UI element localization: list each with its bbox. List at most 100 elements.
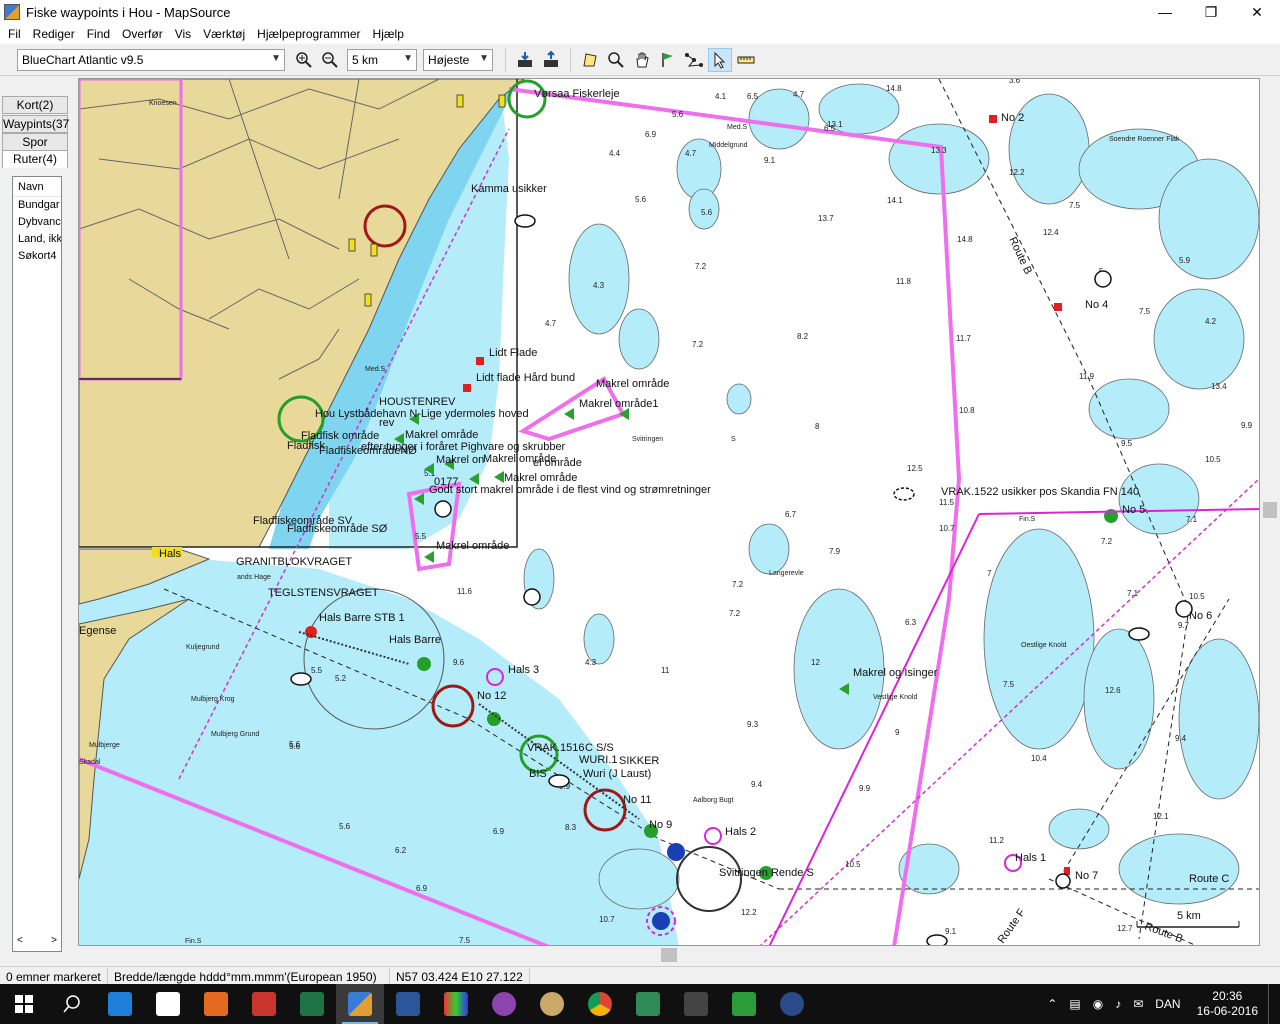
list-hscroll[interactable]: < > [13, 935, 61, 951]
label-vrak1516[interactable]: VRAK.1516 [527, 742, 584, 754]
taskbar-mapsource[interactable] [336, 984, 384, 1024]
taskbar-chrome[interactable] [576, 984, 624, 1024]
label-no7[interactable]: No 7 [1075, 870, 1098, 882]
menu-find[interactable]: Find [83, 27, 118, 41]
taskbar-exchange[interactable] [624, 984, 672, 1024]
notification-icon[interactable]: ✉ [1127, 997, 1149, 1011]
taskbar-word[interactable] [384, 984, 432, 1024]
volume-icon[interactable]: ♪ [1109, 997, 1127, 1011]
label-no12[interactable]: No 12 [477, 690, 506, 702]
mapsource-app-icon[interactable] [4, 4, 20, 20]
taskbar-store[interactable] [144, 984, 192, 1024]
label-egense[interactable]: Egense [79, 625, 116, 637]
label-makrel-isinger[interactable]: Makrel og Isinger [853, 667, 938, 679]
send-to-device-button[interactable] [539, 48, 563, 72]
tab-ruter[interactable]: Ruter(4) [2, 150, 68, 168]
label-cs[interactable]: C S/S [585, 742, 614, 754]
maximize-button[interactable]: ❐ [1188, 0, 1234, 24]
label-makrel-2[interactable]: Makrel område1 [579, 398, 658, 410]
menu-overfoer[interactable]: Overfør [118, 27, 171, 41]
select-tool-button[interactable] [708, 47, 732, 72]
label-lidt-flade[interactable]: Lidt Flade [489, 347, 537, 359]
taskbar-paint[interactable] [432, 984, 480, 1024]
menu-fil[interactable]: Fil [4, 27, 29, 41]
network-icon[interactable]: ▤ [1063, 997, 1086, 1011]
waypoint-tool-button[interactable] [656, 48, 680, 72]
label-hals-barre-stb[interactable]: Hals Barre STB 1 [319, 612, 405, 624]
scroll-right-icon[interactable]: > [51, 935, 57, 951]
taskbar-excel[interactable] [288, 984, 336, 1024]
label-voersaa[interactable]: Vørsaa Fiskerleje [534, 88, 620, 100]
scroll-left-icon[interactable]: < [17, 935, 23, 951]
label-tegl[interactable]: TEGLSTENSVRAGET [268, 587, 379, 599]
zoom-in-button[interactable] [292, 48, 316, 72]
label-hals3[interactable]: Hals 3 [508, 664, 539, 676]
minimize-button[interactable]: — [1142, 0, 1188, 24]
receive-from-device-button[interactable] [513, 48, 537, 72]
list-item[interactable]: Søkort4 [13, 248, 61, 265]
tray-chevron-up-icon[interactable]: ⌃ [1041, 997, 1063, 1011]
label-makrel-6[interactable]: Makrel område [436, 540, 509, 552]
nautical-chart[interactable]: 4.1 6.5 4.714.83.65.66.94.4 4.76.513.113.31… [79, 79, 1260, 946]
zoom-tool-button[interactable] [604, 48, 628, 72]
taskbar-media[interactable] [192, 984, 240, 1024]
label-route-c[interactable]: Route C [1189, 873, 1229, 885]
taskbar-compass[interactable] [768, 984, 816, 1024]
zoom-scale-select[interactable]: 5 km ▼ [347, 48, 417, 71]
close-button[interactable]: ✕ [1234, 0, 1280, 24]
wifi-icon[interactable]: ◉ [1087, 997, 1109, 1011]
map-canvas[interactable]: 4.1 6.5 4.7 14.8 3.6 5.6 6.9 4.4 4.7 6.5 13.1 13.3 1… [78, 78, 1260, 946]
label-makrel-1[interactable]: Makrel område [596, 378, 669, 390]
list-item[interactable]: Bundgar [13, 197, 61, 214]
map-product-select[interactable]: BlueChart Atlantic v9.5 ▼ [17, 48, 285, 71]
label-wuri[interactable]: WURI.1 [579, 754, 618, 766]
measure-tool-button[interactable] [734, 48, 758, 72]
map-vertical-scrollbar[interactable] [1260, 78, 1280, 946]
menu-vis[interactable]: Vis [171, 27, 199, 41]
label-wuri-laust[interactable]: Wuri (J Laust) [583, 768, 651, 780]
list-item[interactable]: Land, ikk [13, 231, 61, 248]
label-granit[interactable]: GRANITBLOKVRAGET [236, 556, 352, 568]
label-bis[interactable]: BIS [529, 768, 547, 780]
scroll-thumb[interactable] [1263, 502, 1277, 518]
taskbar-palette[interactable] [528, 984, 576, 1024]
pan-tool-button[interactable] [630, 48, 654, 72]
map-horizontal-scrollbar[interactable] [78, 946, 1260, 964]
show-desktop-button[interactable] [1268, 984, 1280, 1024]
map-tool-button[interactable] [578, 48, 602, 72]
list-item[interactable]: Dybvanc [13, 214, 61, 231]
taskbar-edge[interactable] [96, 984, 144, 1024]
tab-waypoints[interactable]: Waypints(37 [2, 115, 69, 133]
detail-level-select[interactable]: Højeste ▼ [423, 48, 493, 71]
taskbar-photos[interactable] [480, 984, 528, 1024]
label-hals-barre[interactable]: Hals Barre [389, 634, 441, 646]
language-indicator[interactable]: DAN [1149, 997, 1186, 1011]
menu-hjaelpeprogrammer[interactable]: Hjælpeprogrammer [253, 27, 368, 41]
label-no2[interactable]: No 2 [1001, 112, 1024, 124]
list-header-name[interactable]: Navn [13, 177, 61, 197]
label-hals1[interactable]: Hals 1 [1015, 852, 1046, 864]
label-makrel-3[interactable]: Makrel område [405, 429, 478, 441]
tab-spor[interactable]: Spor [2, 133, 68, 151]
label-houstenrev[interactable]: HOUSTENREV [379, 396, 456, 408]
label-makrel-5[interactable]: Makrel område [504, 472, 577, 484]
label-no6[interactable]: No 6 [1189, 610, 1212, 622]
label-vrak1522[interactable]: VRAK.1522 usikker pos Skandia FN 140 [941, 486, 1139, 498]
label-hals[interactable]: Hals [159, 548, 182, 560]
start-button[interactable] [0, 984, 48, 1024]
label-no11[interactable]: No 11 [623, 794, 652, 806]
clock[interactable]: 20:36 16-06-2016 [1187, 989, 1268, 1019]
label-lidt-flade-haard[interactable]: Lidt flade Hård bund [476, 372, 575, 384]
label-el-omraade[interactable]: el område [533, 457, 582, 469]
label-fladfisk-so[interactable]: Fladfiskeområde SØ [287, 523, 388, 535]
label-sikker[interactable]: SIKKER [619, 755, 659, 767]
label-svitringen-rende[interactable]: Svitringen Rende S [719, 867, 814, 879]
route-tool-button[interactable] [682, 48, 706, 72]
taskbar-access[interactable] [240, 984, 288, 1024]
label-efter-tunger[interactable]: efter tunger i foråret Pighvare og skrub… [361, 441, 566, 453]
tab-kort[interactable]: Kort(2) [2, 96, 68, 114]
label-rev[interactable]: rev [379, 417, 395, 429]
label-kamma[interactable]: Kamma usikker [471, 183, 547, 195]
label-hals2[interactable]: Hals 2 [725, 826, 756, 838]
taskbar-app8[interactable] [720, 984, 768, 1024]
